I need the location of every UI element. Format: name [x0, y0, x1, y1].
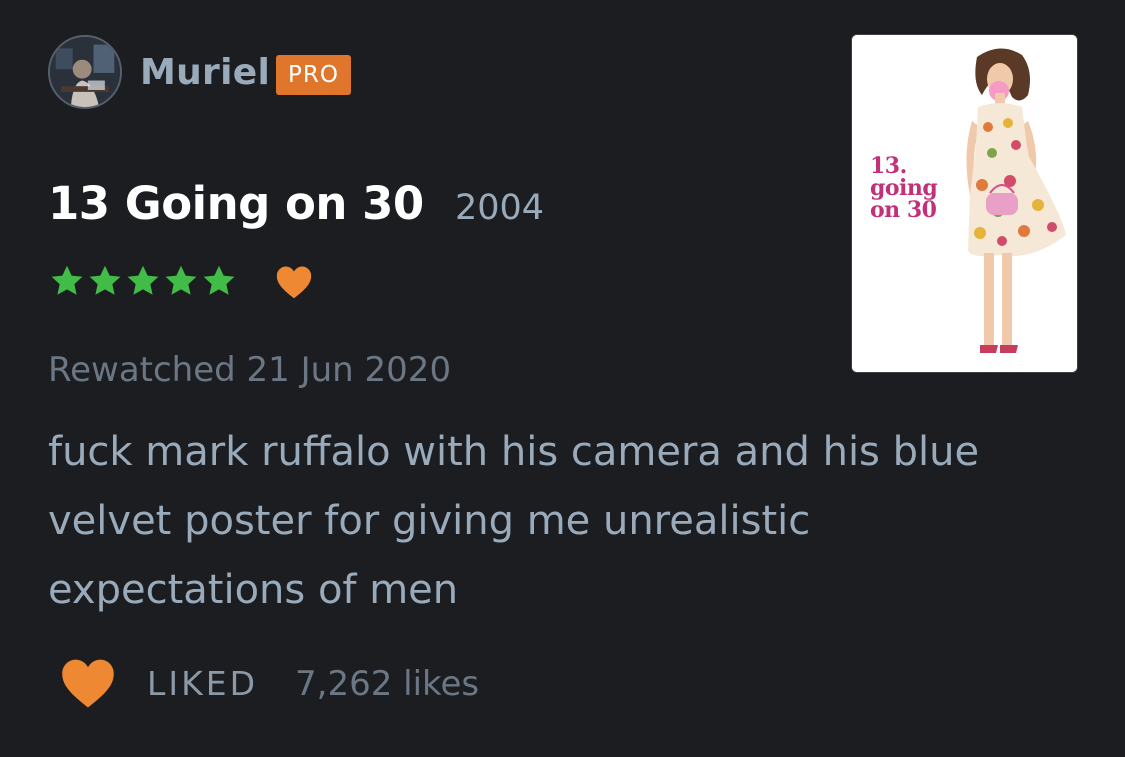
star-icon — [51, 265, 83, 295]
star-rating — [48, 262, 238, 300]
pro-badge: PRO — [276, 55, 351, 95]
review-card: Muriel PRO 13 Going on 30 2004 Rewatched… — [0, 0, 1125, 757]
user-avatar[interactable] — [48, 35, 122, 109]
like-heart-icon[interactable] — [58, 656, 118, 710]
film-poster[interactable]: 13. going on 30 — [852, 35, 1077, 372]
film-title[interactable]: 13 Going on 30 — [48, 176, 424, 232]
watch-date: Rewatched 21 Jun 2020 — [48, 350, 452, 390]
liked-label[interactable]: LIKED — [147, 662, 258, 706]
avatar-image — [50, 37, 120, 107]
star-icon — [165, 265, 197, 295]
review-text: fuck mark ruffalo with his camera and hi… — [48, 429, 980, 613]
star-icon — [203, 265, 235, 295]
film-year[interactable]: 2004 — [455, 186, 544, 230]
username[interactable]: Muriel — [140, 50, 270, 96]
poster-title-text: 13. going on 30 — [870, 153, 938, 223]
heart-icon — [276, 266, 312, 299]
likes-count[interactable]: 7,262 likes — [295, 662, 479, 706]
star-icon — [127, 265, 159, 295]
star-icon — [89, 265, 121, 295]
